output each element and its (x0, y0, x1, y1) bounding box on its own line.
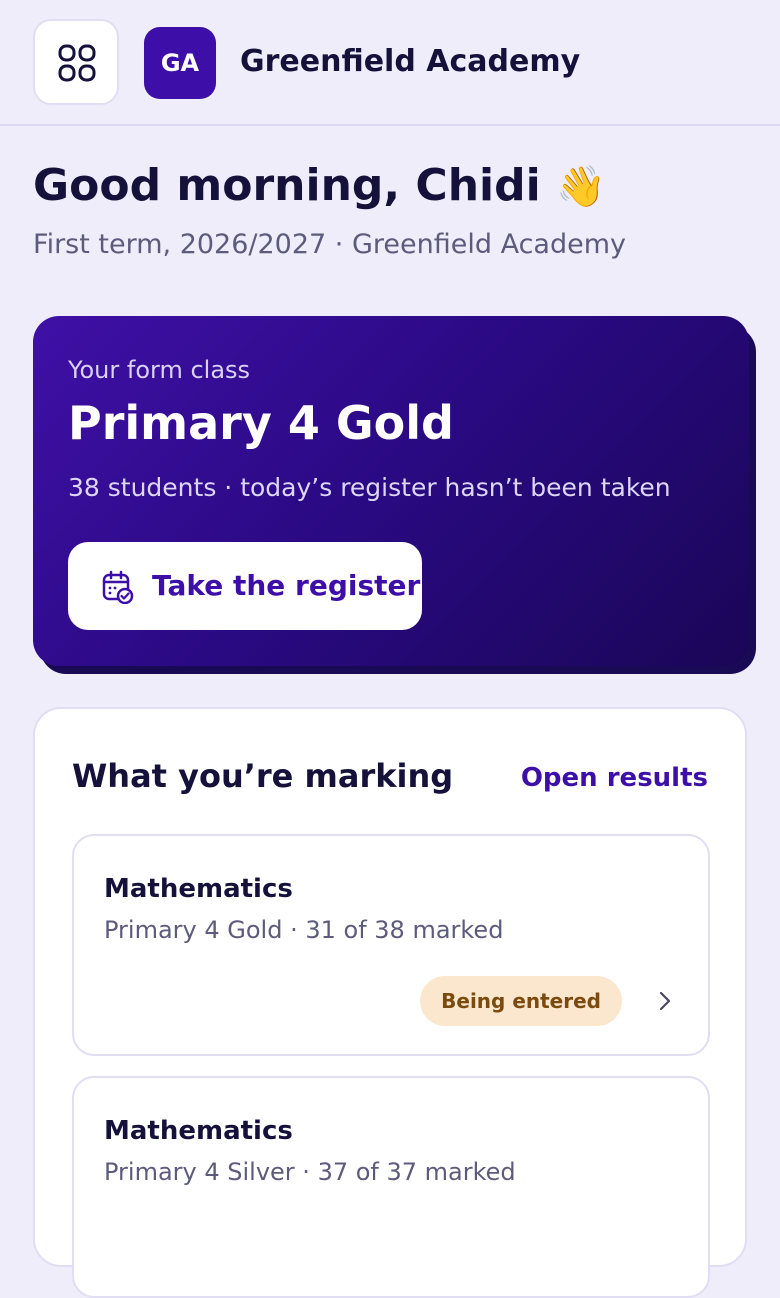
marking-item-card[interactable]: Mathematics Primary 4 Silver · 37 of 37 … (72, 1076, 710, 1298)
open-results-link[interactable]: Open results (521, 763, 708, 793)
app-menu-button[interactable] (33, 19, 119, 105)
form-class-name: Primary 4 Gold (68, 396, 454, 450)
chevron-right-icon (659, 991, 671, 1011)
greeting-heading: Good morning, Chidi 👋 (33, 160, 606, 211)
marking-item-subject: Mathematics (104, 1116, 293, 1146)
grid-icon (58, 44, 96, 82)
marking-title: What you’re marking (72, 757, 454, 795)
marking-panel: What you’re marking Open results Mathema… (33, 707, 747, 1298)
school-name: Greenfield Academy (240, 44, 581, 79)
form-class-meta: 38 students · today’s register hasn’t be… (68, 473, 671, 502)
marking-item-detail: Primary 4 Silver · 37 of 37 marked (104, 1158, 516, 1186)
status-badge: Being entered (420, 976, 622, 1026)
take-register-button[interactable]: Take the register (68, 542, 422, 630)
waving-hand-icon: 👋 (556, 164, 606, 210)
marking-item-subject: Mathematics (104, 874, 293, 904)
marking-item-detail: Primary 4 Gold · 31 of 38 marked (104, 916, 504, 944)
school-logo: GA (144, 27, 216, 99)
marking-item-card[interactable]: Mathematics Primary 4 Gold · 31 of 38 ma… (72, 834, 710, 1056)
form-class-card: Your form class Primary 4 Gold 38 studen… (33, 316, 749, 666)
form-class-eyebrow: Your form class (68, 356, 251, 384)
top-bar: GA Greenfield Academy (0, 0, 780, 126)
term-subtitle: First term, 2026/2027 · Greenfield Acade… (33, 229, 626, 260)
take-register-label: Take the register (152, 569, 421, 602)
calendar-check-icon (102, 570, 134, 604)
greeting-text: Good morning, Chidi (33, 160, 541, 211)
